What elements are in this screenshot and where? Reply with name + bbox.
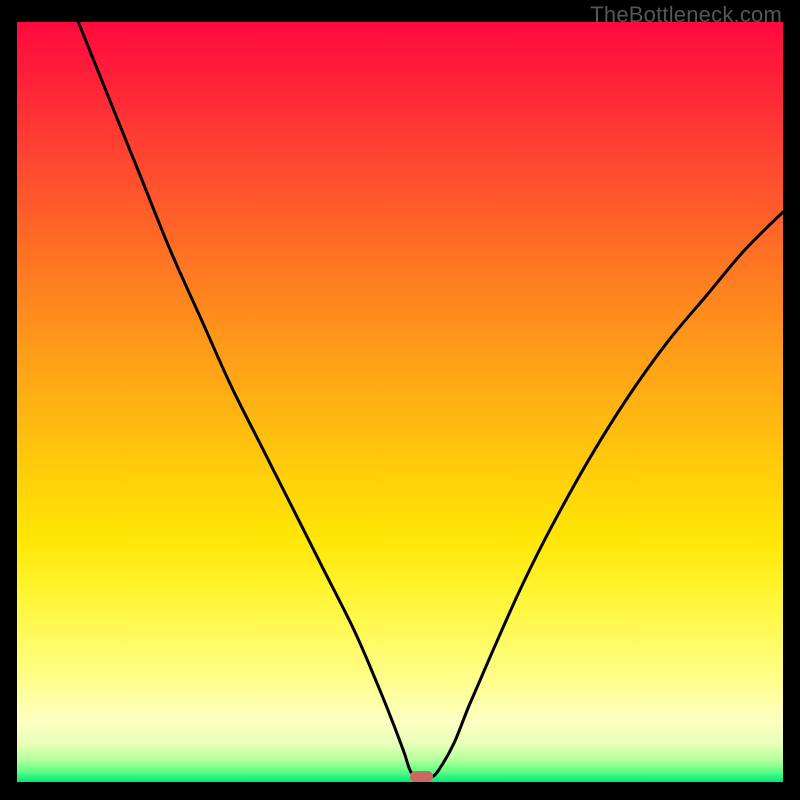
curve-layer [17, 22, 783, 782]
bottleneck-curve [78, 22, 783, 778]
plot-area [17, 22, 783, 782]
watermark-text: TheBottleneck.com [590, 2, 782, 28]
chart-frame: TheBottleneck.com [0, 0, 800, 800]
optimum-marker [410, 771, 433, 782]
